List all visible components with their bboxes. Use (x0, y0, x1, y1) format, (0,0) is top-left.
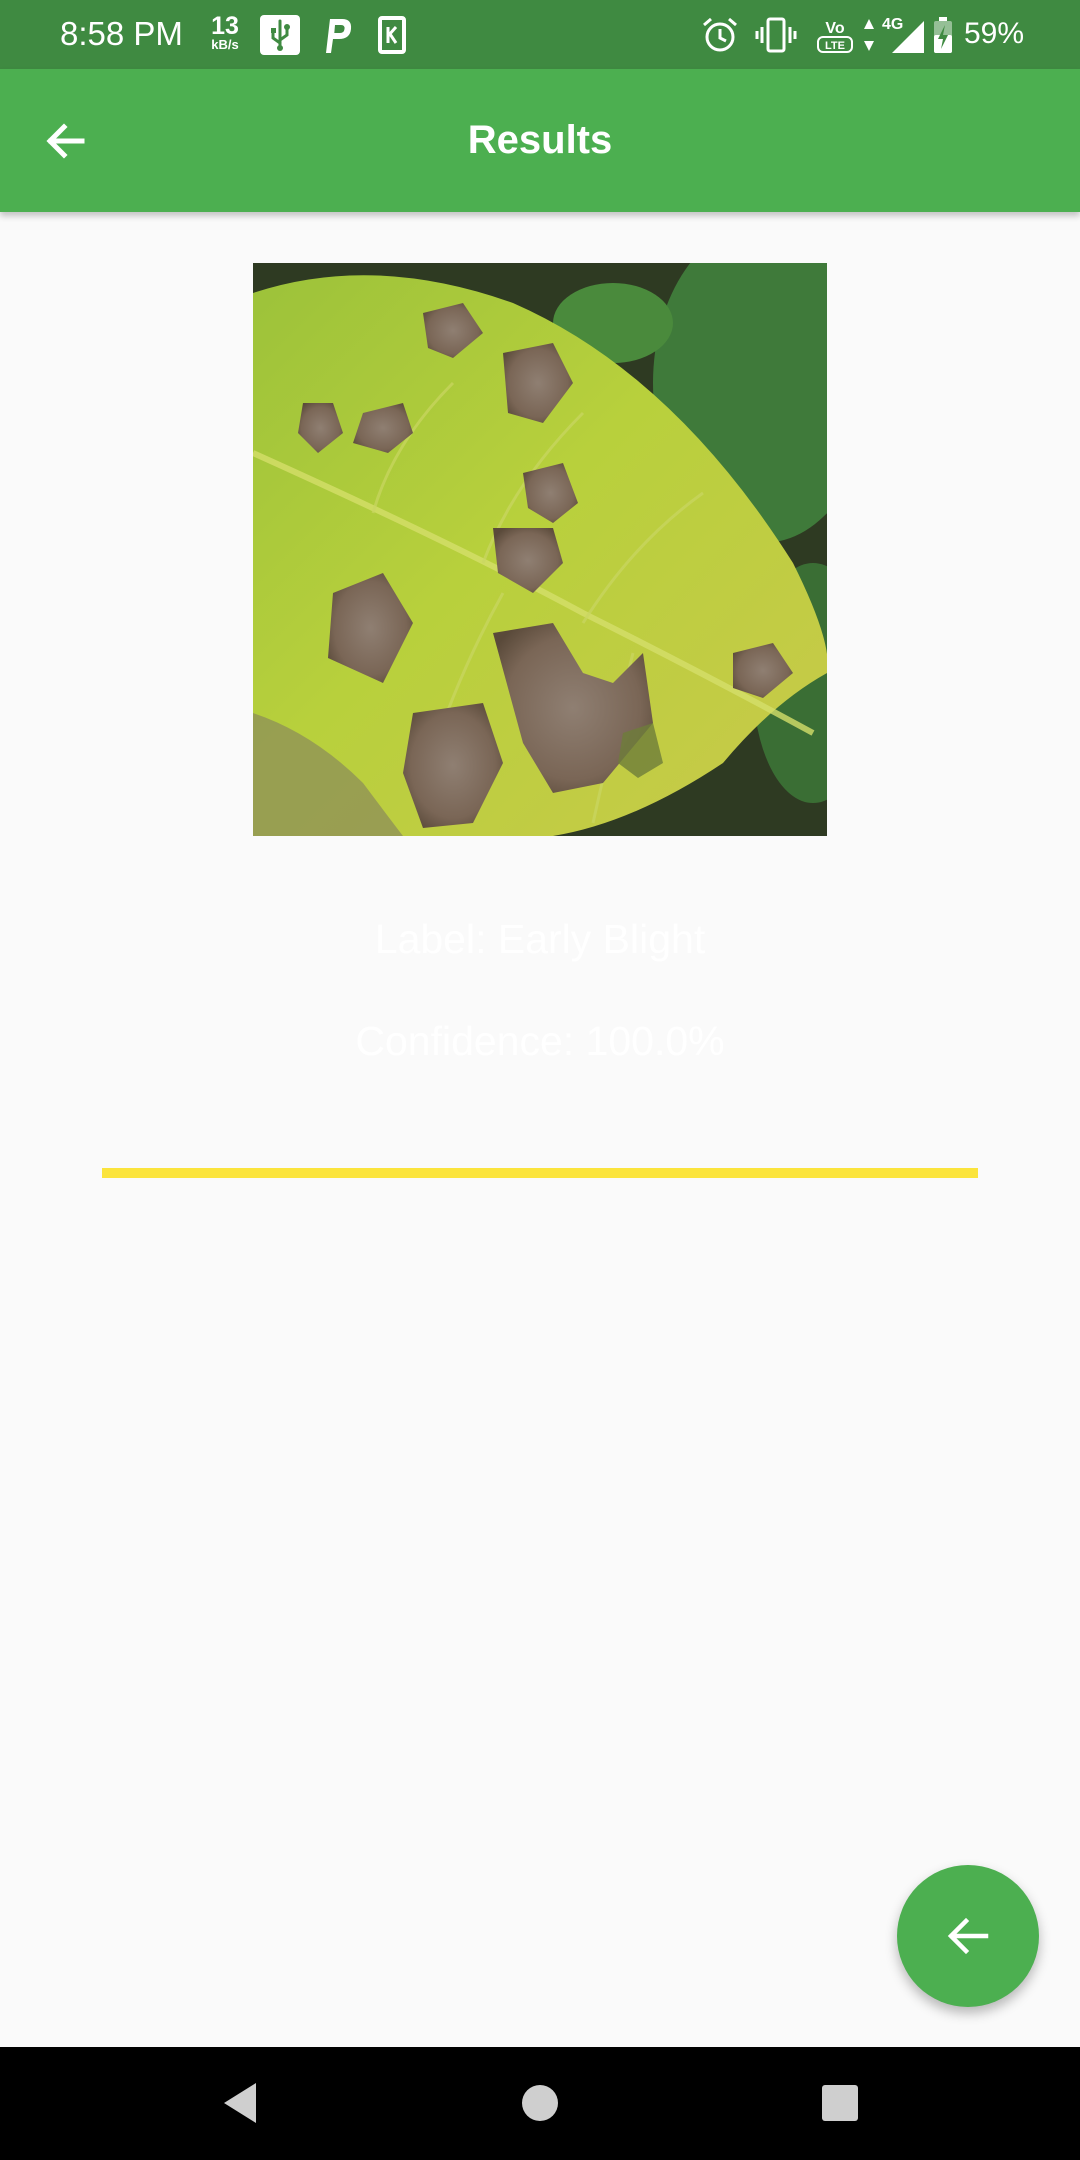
back-triangle-icon (224, 2083, 256, 2123)
app-bar: Results (0, 69, 1080, 212)
vibrate-icon (754, 13, 798, 57)
nav-home-button[interactable] (512, 2075, 568, 2131)
network-speed: 13 kB/s (205, 14, 245, 52)
arrow-back-icon (947, 1917, 989, 1955)
recents-square-icon (822, 2085, 858, 2121)
network-speed-unit: kB/s (211, 37, 239, 52)
nav-back-button[interactable] (212, 2075, 268, 2131)
confidence-progress-bar (102, 1168, 978, 1178)
leaf-image (253, 263, 827, 836)
home-circle-icon (522, 2085, 558, 2121)
result-label-text: Label: Early Blight (374, 916, 706, 962)
battery-percent: 59% (964, 17, 1025, 50)
back-fab-button[interactable] (897, 1865, 1039, 2007)
system-navigation-bar (0, 2047, 1080, 2160)
svg-text:4G: 4G (882, 16, 903, 33)
confidence-progress-fill (102, 1168, 978, 1178)
page-title: Results (467, 118, 613, 162)
usb-icon (258, 13, 302, 57)
p-app-icon (314, 13, 358, 57)
status-time: 8:58 PM (60, 15, 183, 52)
volte-icon: Vo LTE (812, 13, 858, 57)
battery-charging-icon (930, 13, 956, 57)
nav-recents-button[interactable] (812, 2075, 868, 2131)
results-screen: 8:58 PM 13 kB/s Vo LTE 4G 59% Results La… (0, 0, 1080, 2160)
svg-text:LTE: LTE (825, 40, 845, 52)
signal-icon: 4G (880, 13, 928, 57)
data-arrows-icon (860, 13, 878, 57)
k-app-icon (370, 13, 414, 57)
result-confidence-text: Confidence: 100.0% (355, 1018, 725, 1064)
alarm-icon (698, 13, 742, 57)
network-speed-value: 13 (211, 12, 239, 40)
app-bar-back-button[interactable] (30, 105, 102, 177)
status-bar: 8:58 PM 13 kB/s Vo LTE 4G 59% (0, 0, 1080, 69)
svg-text:Vo: Vo (825, 20, 844, 37)
arrow-back-icon (46, 123, 85, 159)
